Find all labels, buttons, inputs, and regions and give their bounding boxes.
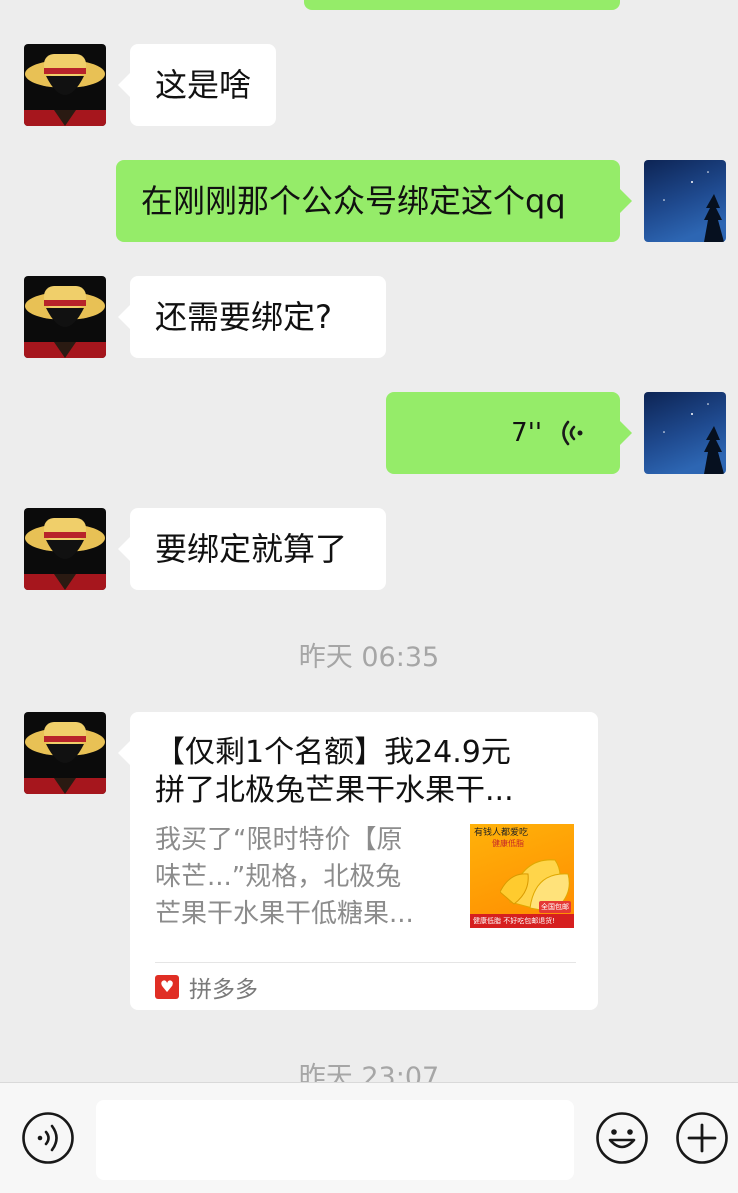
card-desc-line: 芒果干水果干低糖果... (155, 899, 414, 929)
message-text: 要绑定就算了 (155, 530, 348, 568)
message-timestamp: 昨天 23:07 (298, 1062, 440, 1082)
avatar-image (24, 508, 106, 590)
pinduoduo-logo-icon (155, 975, 179, 999)
card-title: 【仅剩1个名额】我24.9元 拼了北极兔芒果干水果干... (155, 734, 575, 810)
plus-icon[interactable] (675, 1111, 729, 1165)
thumbnail-footer: 健康低脂 不好吃包邮退货! (470, 914, 574, 928)
message-bubble-incoming[interactable]: 要绑定就算了 (118, 508, 386, 590)
card-description: 我买了“限时特价【原 味芒...”规格，北极兔 芒果干水果干低糖果... (155, 822, 445, 933)
message-bubble-outgoing[interactable]: 在刚刚那个公众号绑定这个qq (116, 160, 632, 242)
my-avatar[interactable] (644, 160, 726, 242)
message-bubble-incoming[interactable]: 这是啥 (117, 44, 277, 126)
avatar-image (24, 44, 106, 126)
message-input[interactable] (96, 1100, 574, 1180)
avatar-image (644, 160, 726, 242)
thumbnail-headline: 有钱人都爱吃 (474, 828, 529, 838)
message-bubble-incoming[interactable]: 还需要绑定? (118, 276, 386, 358)
message-text: 这是啥 (155, 66, 252, 104)
message-timestamp: 昨天 06:35 (298, 642, 440, 673)
voice-message-bubble[interactable]: 7'' (386, 392, 632, 474)
chat-input-bar (0, 1082, 738, 1193)
message-text: 还需要绑定? (155, 298, 332, 336)
card-desc-line: 我买了“限时特价【原 (155, 825, 403, 855)
card-thumbnail: 有钱人都爱吃 健康低脂 全国包邮 健康低脂 不好吃包邮退货! (470, 824, 574, 928)
card-desc-line: 味芒...”规格，北极兔 (155, 862, 402, 892)
voice-mode-icon[interactable] (21, 1111, 75, 1165)
shared-link-card[interactable]: 【仅剩1个名额】我24.9元 拼了北极兔芒果干水果干... 我买了“限时特价【原… (118, 712, 598, 1010)
avatar-image (644, 392, 726, 474)
thumbnail-subline: 健康低脂 (492, 839, 524, 848)
chat-message-list[interactable]: 这是啥 在刚刚那个公众号绑定这个qq 还需要绑定? 7'' 要绑定就算了 昨天 … (0, 0, 738, 1082)
contact-avatar[interactable] (24, 276, 106, 358)
card-divider (155, 962, 576, 963)
message-text: 在刚刚那个公众号绑定这个qq (141, 182, 566, 220)
voice-duration: 7'' (511, 418, 542, 448)
thumbnail-badge: 全国包邮 (539, 901, 571, 913)
avatar-image (24, 712, 106, 794)
contact-avatar[interactable] (24, 508, 106, 590)
voice-wave-icon (562, 420, 583, 446)
card-title-line: 【仅剩1个名额】我24.9元 (155, 735, 511, 770)
card-title-line: 拼了北极兔芒果干水果干... (155, 773, 514, 808)
contact-avatar[interactable] (24, 44, 106, 126)
avatar-image (24, 276, 106, 358)
card-source-label: 拼多多 (189, 977, 258, 1003)
card-source: 拼多多 (155, 970, 258, 1004)
contact-avatar[interactable] (24, 712, 106, 794)
my-avatar[interactable] (644, 392, 726, 474)
message-bubble-outgoing-partial[interactable] (304, 0, 620, 10)
emoji-icon[interactable] (595, 1111, 649, 1165)
